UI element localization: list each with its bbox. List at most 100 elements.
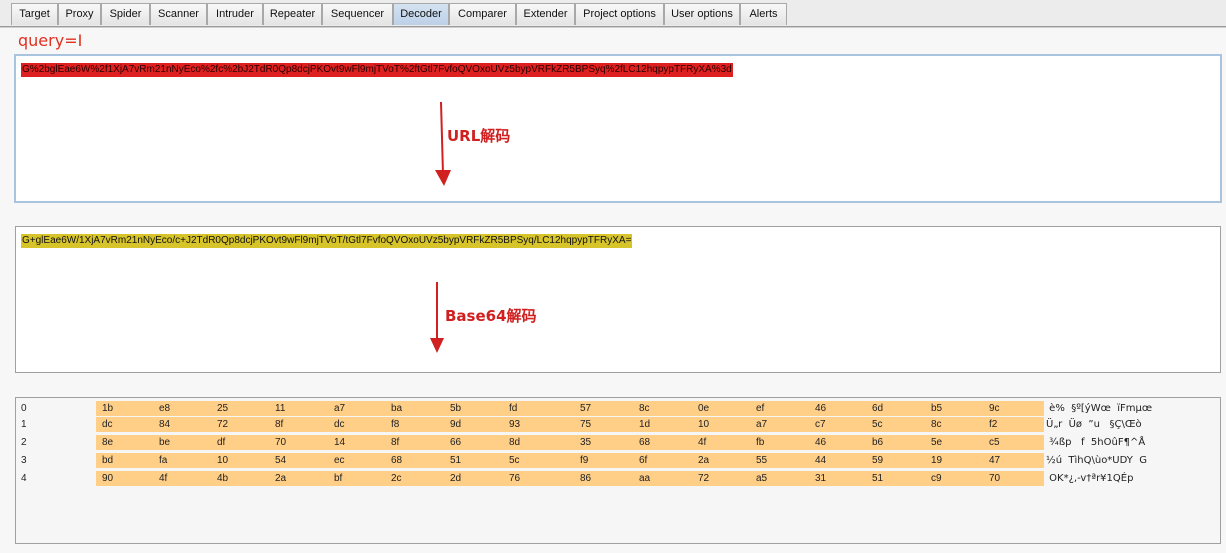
hex-ascii: è% §º[ýWœ ïFmµœ — [1046, 403, 1153, 414]
hex-cell[interactable]: 66 — [450, 437, 461, 448]
hex-cell[interactable]: 8c — [639, 403, 650, 414]
hex-cell[interactable]: b5 — [931, 403, 942, 414]
hex-cell[interactable]: bf — [334, 473, 342, 484]
hex-cell[interactable]: f9 — [580, 455, 588, 466]
hex-cell[interactable]: 4f — [159, 473, 167, 484]
hex-cell[interactable]: 4b — [217, 473, 228, 484]
hex-cell[interactable]: 5b — [450, 403, 461, 414]
hex-cell[interactable]: df — [217, 437, 225, 448]
tab-decoder[interactable]: Decoder — [393, 3, 449, 25]
hex-cell[interactable]: 59 — [872, 455, 883, 466]
hex-cell[interactable]: b6 — [872, 437, 883, 448]
hex-cell[interactable]: c5 — [989, 437, 1000, 448]
tab-sequencer[interactable]: Sequencer — [322, 3, 393, 25]
hex-cell[interactable]: 72 — [217, 419, 228, 430]
hex-cell[interactable]: 5c — [872, 419, 883, 430]
hex-cell[interactable]: 46 — [815, 403, 826, 414]
hex-cell[interactable]: 2d — [450, 473, 461, 484]
hex-cell[interactable]: 6d — [872, 403, 883, 414]
hex-cell[interactable]: 31 — [815, 473, 826, 484]
hex-cell[interactable]: 76 — [509, 473, 520, 484]
hex-cell[interactable]: fb — [756, 437, 764, 448]
hex-bytes-highlight — [96, 453, 1044, 468]
tab-alerts[interactable]: Alerts — [740, 3, 787, 25]
hex-viewer[interactable]: 0 1b e8 25 11 a7 ba 5b fd 57 8c 0e ef 46… — [15, 397, 1221, 544]
query-label: query=I — [18, 31, 83, 50]
tab-scanner[interactable]: Scanner — [150, 3, 207, 25]
hex-row: 1 dc 84 72 8f dc f8 9d 93 75 1d 10 a7 c7… — [16, 417, 1220, 432]
hex-cell[interactable]: 5e — [931, 437, 942, 448]
hex-cell[interactable]: 8e — [102, 437, 113, 448]
hex-cell[interactable]: 8f — [275, 419, 283, 430]
hex-cell[interactable]: 44 — [815, 455, 826, 466]
hex-cell[interactable]: ba — [391, 403, 402, 414]
hex-cell[interactable]: bd — [102, 455, 113, 466]
tab-spider[interactable]: Spider — [101, 3, 150, 25]
tab-intruder[interactable]: Intruder — [207, 3, 263, 25]
hex-cell[interactable]: 2a — [275, 473, 286, 484]
tab-target[interactable]: Target — [11, 3, 58, 25]
hex-cell[interactable]: 19 — [931, 455, 942, 466]
hex-cell[interactable]: ef — [756, 403, 764, 414]
hex-cell[interactable]: 2a — [698, 455, 709, 466]
hex-cell[interactable]: 47 — [989, 455, 1000, 466]
hex-cell[interactable]: 90 — [102, 473, 113, 484]
hex-cell[interactable]: 75 — [580, 419, 591, 430]
hex-cell[interactable]: 9c — [989, 403, 1000, 414]
tab-extender[interactable]: Extender — [516, 3, 575, 25]
hex-cell[interactable]: dc — [102, 419, 113, 430]
hex-cell[interactable]: c7 — [815, 419, 826, 430]
hex-cell[interactable]: 51 — [450, 455, 461, 466]
tab-user-options[interactable]: User options — [664, 3, 740, 25]
hex-cell[interactable]: 35 — [580, 437, 591, 448]
hex-row-index: 2 — [21, 437, 27, 448]
hex-cell[interactable]: 2c — [391, 473, 402, 484]
hex-cell[interactable]: 14 — [334, 437, 345, 448]
hex-cell[interactable]: 46 — [815, 437, 826, 448]
hex-cell[interactable]: 54 — [275, 455, 286, 466]
hex-cell[interactable]: 11 — [275, 403, 285, 414]
hex-cell[interactable]: 8f — [391, 437, 399, 448]
hex-cell[interactable]: 10 — [698, 419, 709, 430]
hex-cell[interactable]: 9d — [450, 419, 461, 430]
hex-cell[interactable]: 72 — [698, 473, 709, 484]
hex-cell[interactable]: ec — [334, 455, 345, 466]
hex-cell[interactable]: f2 — [989, 419, 997, 430]
hex-cell[interactable]: 55 — [756, 455, 767, 466]
hex-cell[interactable]: e8 — [159, 403, 170, 414]
hex-cell[interactable]: 0e — [698, 403, 709, 414]
hex-cell[interactable]: 8c — [931, 419, 942, 430]
hex-cell[interactable]: fd — [509, 403, 517, 414]
tab-project-options[interactable]: Project options — [575, 3, 664, 25]
hex-cell[interactable]: 51 — [872, 473, 883, 484]
hex-cell[interactable]: 6f — [639, 455, 647, 466]
hex-cell[interactable]: c9 — [931, 473, 942, 484]
hex-cell[interactable]: fa — [159, 455, 167, 466]
hex-cell[interactable]: be — [159, 437, 170, 448]
hex-cell[interactable]: 84 — [159, 419, 170, 430]
tab-comparer[interactable]: Comparer — [449, 3, 516, 25]
hex-cell[interactable]: 1d — [639, 419, 650, 430]
tab-proxy[interactable]: Proxy — [58, 3, 101, 25]
hex-cell[interactable]: 57 — [580, 403, 591, 414]
hex-cell[interactable]: 25 — [217, 403, 228, 414]
hex-cell[interactable]: a7 — [334, 403, 345, 414]
hex-cell[interactable]: f8 — [391, 419, 399, 430]
hex-cell[interactable]: 5c — [509, 455, 520, 466]
hex-cell[interactable]: dc — [334, 419, 345, 430]
hex-cell[interactable]: 70 — [989, 473, 1000, 484]
hex-cell[interactable]: a7 — [756, 419, 767, 430]
hex-cell[interactable]: 10 — [217, 455, 228, 466]
hex-cell[interactable]: aa — [639, 473, 650, 484]
hex-cell[interactable]: 68 — [639, 437, 650, 448]
hex-cell[interactable]: 8d — [509, 437, 520, 448]
hex-cell[interactable]: 1b — [102, 403, 113, 414]
hex-cell[interactable]: 70 — [275, 437, 286, 448]
hex-cell[interactable]: a5 — [756, 473, 767, 484]
hex-cell[interactable]: 86 — [580, 473, 591, 484]
hex-cell[interactable]: 4f — [698, 437, 706, 448]
tab-repeater[interactable]: Repeater — [263, 3, 322, 25]
hex-cell[interactable]: 93 — [509, 419, 520, 430]
hex-cell[interactable]: 68 — [391, 455, 402, 466]
base64-input[interactable] — [15, 226, 1221, 373]
